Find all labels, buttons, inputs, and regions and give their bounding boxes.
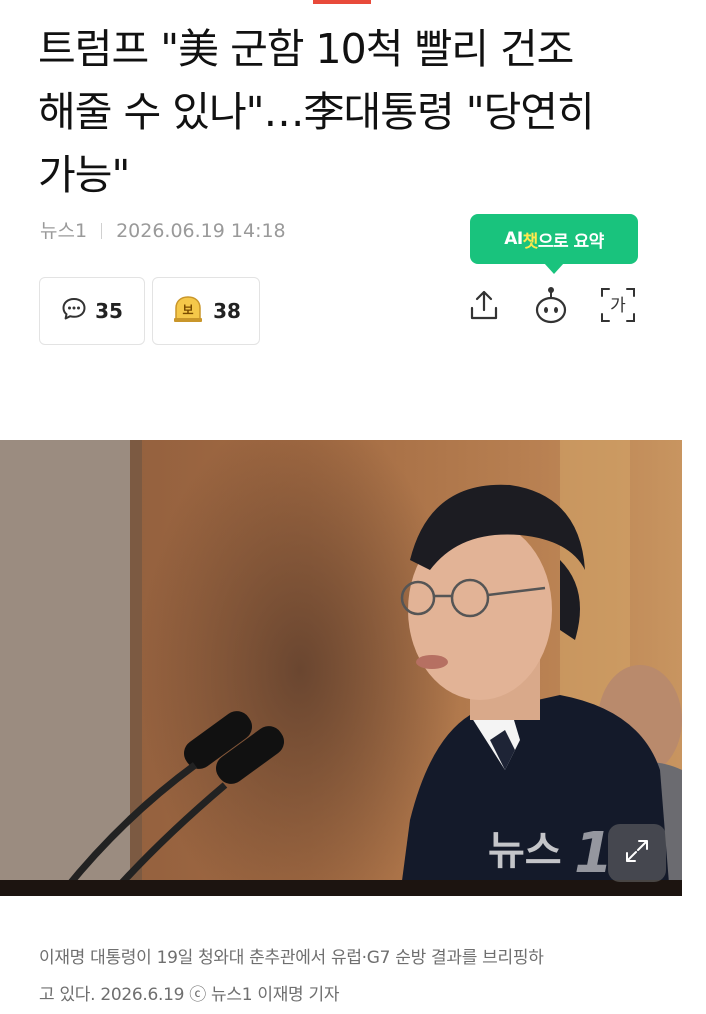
comment-icon [61,296,87,327]
font-size-icon: 가 [599,286,637,328]
ai-summary-suffix: 으로 요약 [537,231,604,252]
article-datetime: 2026.06.19 14:18 [116,220,286,242]
share-icon [468,288,500,326]
ai-bot-button[interactable] [533,287,569,327]
font-size-char: 가 [610,296,626,316]
ai-bot-icon [533,285,569,329]
top-accent-bar [313,0,371,4]
share-button[interactable] [466,287,502,327]
reaction-badge-char: 보 [183,303,194,317]
news1-watermark-logo: 뉴스 1 [488,814,613,888]
reaction-count: 38 [213,299,241,323]
headline-line-3: 가능" [38,151,130,199]
ai-chat-summary-tooltip[interactable]: AI 챗 으로 요약 [470,214,638,274]
headline-line-1: 트럼프 "美 군함 10척 빨리 건조 [38,25,574,73]
reactions-button[interactable]: 보 38 [152,277,260,345]
article-headline: 트럼프 "美 군함 10척 빨리 건조 해줄 수 있나"…李대통령 "당연히 가… [38,18,678,207]
article-source: 뉴스1 [40,220,88,242]
reaction-badge-icon: 보 [171,294,205,329]
watermark-text: 뉴스 [488,828,562,874]
headline-line-2: 해줄 수 있나"…李대통령 "당연히 [38,88,595,136]
photo-caption: 이재명 대통령이 19일 청와대 춘추관에서 유럽·G7 순방 결과를 브리핑하… [39,940,659,1014]
comments-button[interactable]: 35 [39,277,145,345]
expand-image-button[interactable] [608,824,666,882]
caption-line-2: 고 있다. 2026.6.19 ⓒ 뉴스1 이재명 기자 [39,985,340,1005]
expand-icon [622,836,652,870]
ai-summary-highlight: 챗 [522,231,539,252]
comments-count: 35 [95,299,123,323]
ai-summary-prefix: AI [504,229,523,249]
article-meta: 뉴스1 2026.06.19 14:18 [40,216,286,243]
svg-text:1: 1 [574,821,608,884]
caption-line-1: 이재명 대통령이 19일 청와대 춘추관에서 유럽·G7 순방 결과를 브리핑하 [39,948,544,968]
font-size-button[interactable]: 가 [600,287,636,327]
meta-divider [101,223,103,239]
